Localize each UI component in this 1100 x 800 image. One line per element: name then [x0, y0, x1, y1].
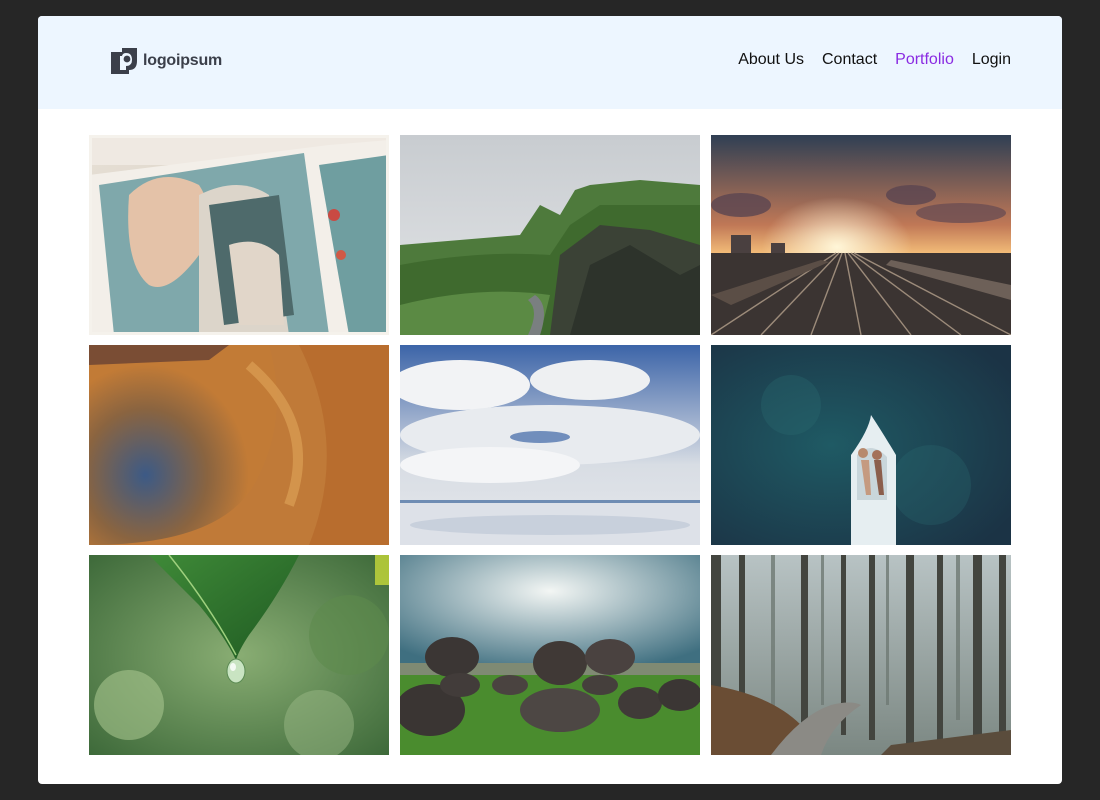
nav-login[interactable]: Login [972, 51, 1011, 69]
nav-about-us[interactable]: About Us [738, 51, 804, 69]
photo-leaf-water-drop[interactable] [89, 555, 389, 755]
logo-text: logoipsum [143, 52, 223, 69]
photo-salt-flat-clouds[interactable] [400, 345, 700, 545]
photo-aerial-crater[interactable] [89, 345, 389, 545]
logo-icon [111, 48, 137, 74]
main-nav: About Us Contact Portfolio Login [738, 51, 1011, 69]
portfolio-gallery [89, 135, 1011, 755]
photo-railway-sunset[interactable] [711, 135, 1011, 335]
site-header: logoipsum About Us Contact Portfolio Log… [38, 16, 1062, 109]
photo-boulders-grass[interactable] [400, 555, 700, 755]
browser-window: logoipsum About Us Contact Portfolio Log… [38, 16, 1062, 784]
nav-portfolio[interactable]: Portfolio [895, 51, 954, 69]
logo[interactable]: logoipsum [111, 47, 222, 75]
nav-contact[interactable]: Contact [822, 51, 877, 69]
photo-wedding-car[interactable] [89, 135, 389, 335]
photo-mountain-cliffs[interactable] [400, 135, 700, 335]
photo-misty-forest[interactable] [711, 555, 1011, 755]
photo-boat-aerial[interactable] [711, 345, 1011, 545]
